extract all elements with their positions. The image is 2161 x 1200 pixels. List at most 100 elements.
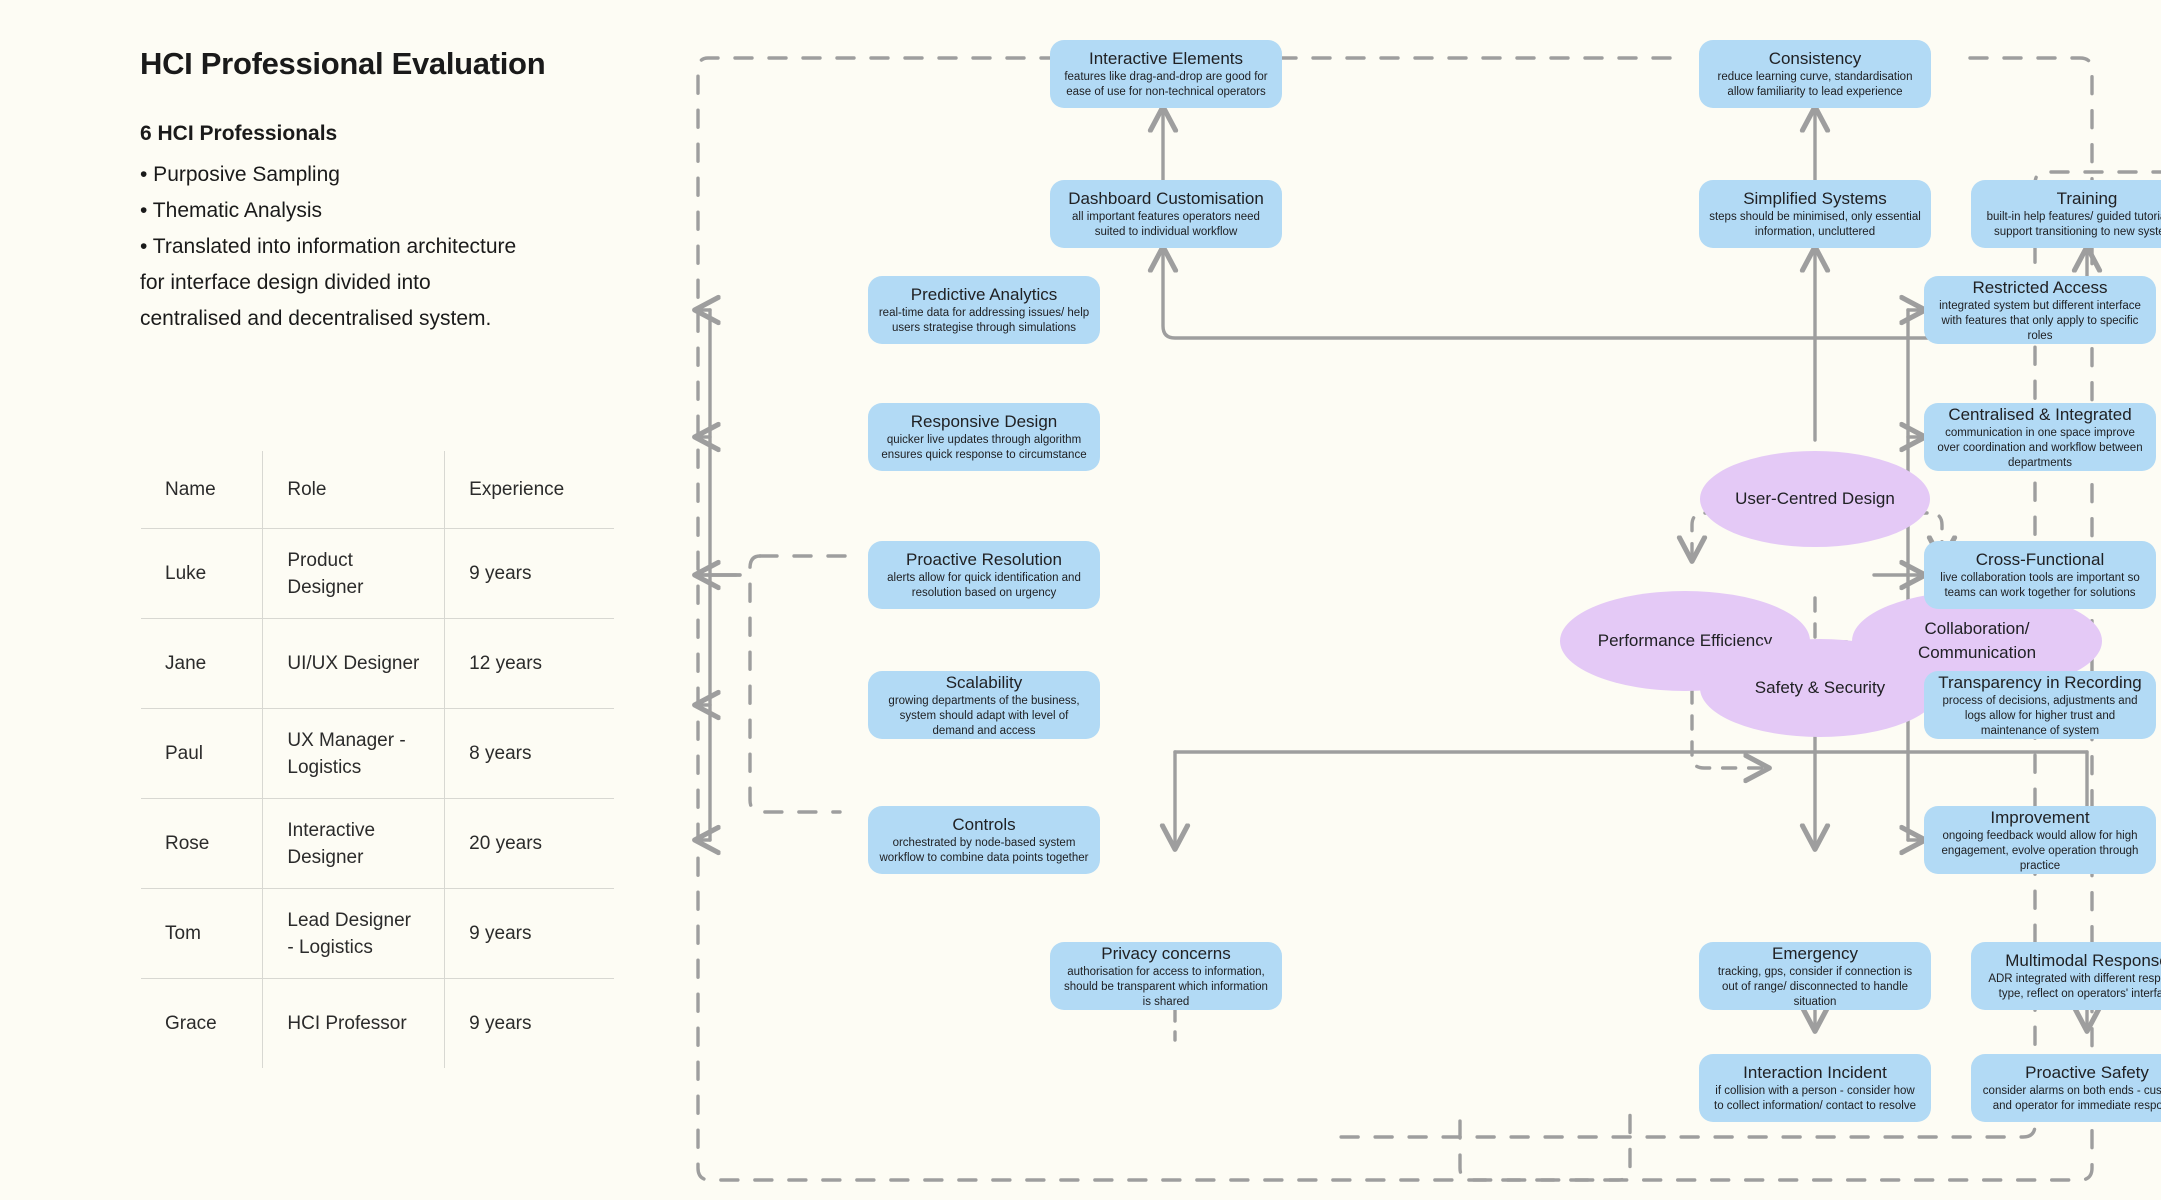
table-row: Grace HCI Professor 9 years <box>141 978 614 1068</box>
node-description: communication in one space improve over … <box>1937 426 2143 469</box>
node-description: if collision with a person - consider ho… <box>1714 1085 1916 1112</box>
node-description: built-in help features/ guided tutorials… <box>1986 211 2161 238</box>
node-description: growing departments of the business, sys… <box>888 694 1080 737</box>
bullet-item: • Translated into information architectu… <box>140 235 517 258</box>
cell-experience: 9 years <box>444 978 614 1068</box>
hub-safety-security[interactable]: Safety & Security <box>1700 639 1940 737</box>
node-proactive-safety[interactable]: Proactive Safety consider alarms on both… <box>1971 1054 2161 1122</box>
node-title: Consistency <box>1768 49 1862 68</box>
hub-user-centred-design[interactable]: User-Centred Design <box>1700 451 1930 547</box>
node-consistency[interactable]: Consistency reduce learning curve, stand… <box>1699 40 1931 108</box>
node-multimodal-response[interactable]: Multimodal Response ADR integrated with … <box>1971 942 2161 1010</box>
node-description: real-time data for addressing issues/ he… <box>878 307 1090 334</box>
table-row: Jane UI/UX Designer 12 years <box>141 618 614 709</box>
table-row: Paul UX Manager - Logistics 8 years <box>141 708 614 799</box>
node-dashboard-customisation[interactable]: Dashboard Customisation all important fe… <box>1050 180 1282 248</box>
bullet-item-cont: centralised and decentralised system. <box>140 307 492 330</box>
bullet-item: • Thematic Analysis <box>140 199 323 222</box>
node-description: reduce learning curve, standardisation a… <box>1717 71 1913 98</box>
node-interactive-elements[interactable]: Interactive Elements features like drag-… <box>1050 40 1282 108</box>
hub-label: Safety & Security <box>1754 678 1886 697</box>
node-title: Responsive Design <box>910 412 1058 431</box>
node-title: Transparency in Recording <box>1938 672 2142 692</box>
left-panel: HCI Professional Evaluation 6 HCI Profes… <box>0 0 660 1200</box>
node-restricted-access[interactable]: Restricted Access integrated system but … <box>1924 276 2156 344</box>
node-description: quicker live updates through algorithm e… <box>881 434 1087 461</box>
node-title: Restricted Access <box>1972 277 2108 297</box>
cell-name: Rose <box>141 798 264 889</box>
node-responsive-design[interactable]: Responsive Design quicker live updates t… <box>868 403 1100 471</box>
cell-experience: 9 years <box>444 528 614 619</box>
hub-label: Collaboration/ Communication <box>1918 617 2036 665</box>
node-cross-functional[interactable]: Cross-Functional live collaboration tool… <box>1924 541 2156 609</box>
cell-role: UI/UX Designer <box>262 618 446 709</box>
node-title: Dashboard Customisation <box>1068 189 1264 208</box>
node-centralised-integrated[interactable]: Centralised & Integrated communication i… <box>1924 403 2156 471</box>
node-description: features like drag-and-drop are good for… <box>1064 71 1268 98</box>
node-description: alerts allow for quick identification an… <box>887 572 1081 599</box>
cell-role: Interactive Designer <box>262 798 446 889</box>
node-description: ongoing feedback would allow for high en… <box>1941 829 2139 872</box>
node-title: Proactive Safety <box>2025 1063 2149 1082</box>
method-bullet-list: • Purposive Sampling • Thematic Analysis… <box>140 157 610 337</box>
bullet-item-cont: for interface design divided into <box>140 271 431 294</box>
node-title: Cross-Functional <box>1975 550 2105 569</box>
bullet-item: • Purposive Sampling <box>140 163 340 186</box>
page-root: HCI Professional Evaluation 6 HCI Profes… <box>0 0 2161 1200</box>
cell-experience: 12 years <box>444 618 614 709</box>
table-header-row: Name Role Experience <box>141 451 614 529</box>
cell-name: Grace <box>141 978 264 1068</box>
cell-experience: 8 years <box>444 708 614 799</box>
node-title: Controls <box>952 815 1016 834</box>
cell-role: UX Manager - Logistics <box>262 708 446 799</box>
node-description: live collaboration tools are important s… <box>1940 572 2140 599</box>
node-controls[interactable]: Controls orchestrated by node-based syst… <box>868 806 1100 874</box>
node-improvement[interactable]: Improvement ongoing feedback would allow… <box>1924 806 2156 874</box>
participants-subheading: 6 HCI Professionals <box>140 122 338 145</box>
node-title: Scalability <box>945 672 1023 692</box>
participants-table: Name Role Experience Luke Product Design… <box>140 450 615 1069</box>
node-title: Proactive Resolution <box>906 550 1062 569</box>
cell-experience: 9 years <box>444 888 614 979</box>
node-description: integrated system but different interfac… <box>1939 299 2141 342</box>
node-description: authorisation for access to information,… <box>1064 965 1268 1008</box>
node-title: Training <box>2056 189 2118 208</box>
node-proactive-resolution[interactable]: Proactive Resolution alerts allow for qu… <box>868 541 1100 609</box>
node-description: ADR integrated with different response t… <box>1988 973 2161 1000</box>
cell-role: Lead Designer - Logistics <box>262 888 446 979</box>
node-emergency[interactable]: Emergency tracking, gps, consider if con… <box>1699 942 1931 1010</box>
node-privacy-concerns[interactable]: Privacy concerns authorisation for acces… <box>1050 942 1282 1010</box>
node-description: process of decisions, adjustments and lo… <box>1942 694 2138 737</box>
node-title: Centralised & Integrated <box>1948 404 2132 424</box>
node-transparency-in-recording[interactable]: Transparency in Recording process of dec… <box>1924 671 2156 739</box>
node-description: tracking, gps, consider if connection is… <box>1717 965 1913 1008</box>
node-title: Multimodal Response <box>2005 951 2161 970</box>
hub-label: User-Centred Design <box>1735 489 1895 508</box>
hub-label-line2: Communication <box>1917 643 2037 662</box>
table-row: Luke Product Designer 9 years <box>141 528 614 619</box>
node-description: all important features operators need su… <box>1072 211 1260 238</box>
node-interaction-incident[interactable]: Interaction Incident if collision with a… <box>1699 1054 1931 1122</box>
node-title: Interaction Incident <box>1743 1063 1887 1082</box>
cell-role: Product Designer <box>262 528 446 619</box>
table-row: Rose Interactive Designer 20 years <box>141 798 614 889</box>
cell-experience: 20 years <box>444 798 614 889</box>
node-title: Predictive Analytics <box>910 285 1058 304</box>
node-description: orchestrated by node-based system workfl… <box>879 837 1089 864</box>
node-predictive-analytics[interactable]: Predictive Analytics real-time data for … <box>868 276 1100 344</box>
cell-name: Jane <box>141 618 264 709</box>
column-header-experience: Experience <box>444 451 614 529</box>
information-architecture-diagram: User-Centred Design Performance Efficien… <box>640 0 2161 1200</box>
column-header-role: Role <box>262 451 446 529</box>
node-training[interactable]: Training built-in help features/ guided … <box>1971 180 2161 248</box>
page-title: HCI Professional Evaluation <box>140 46 546 81</box>
node-title: Privacy concerns <box>1101 943 1231 963</box>
node-simplified-systems[interactable]: Simplified Systems steps should be minim… <box>1699 180 1931 248</box>
node-scalability[interactable]: Scalability growing departments of the b… <box>868 671 1100 739</box>
node-description: consider alarms on both ends - customer … <box>1982 1085 2161 1112</box>
cell-name: Luke <box>141 528 264 619</box>
node-title: Improvement <box>1990 807 2090 827</box>
cell-role: HCI Professor <box>262 978 446 1068</box>
node-title: Simplified Systems <box>1743 189 1887 208</box>
node-title: Emergency <box>1772 943 1858 963</box>
